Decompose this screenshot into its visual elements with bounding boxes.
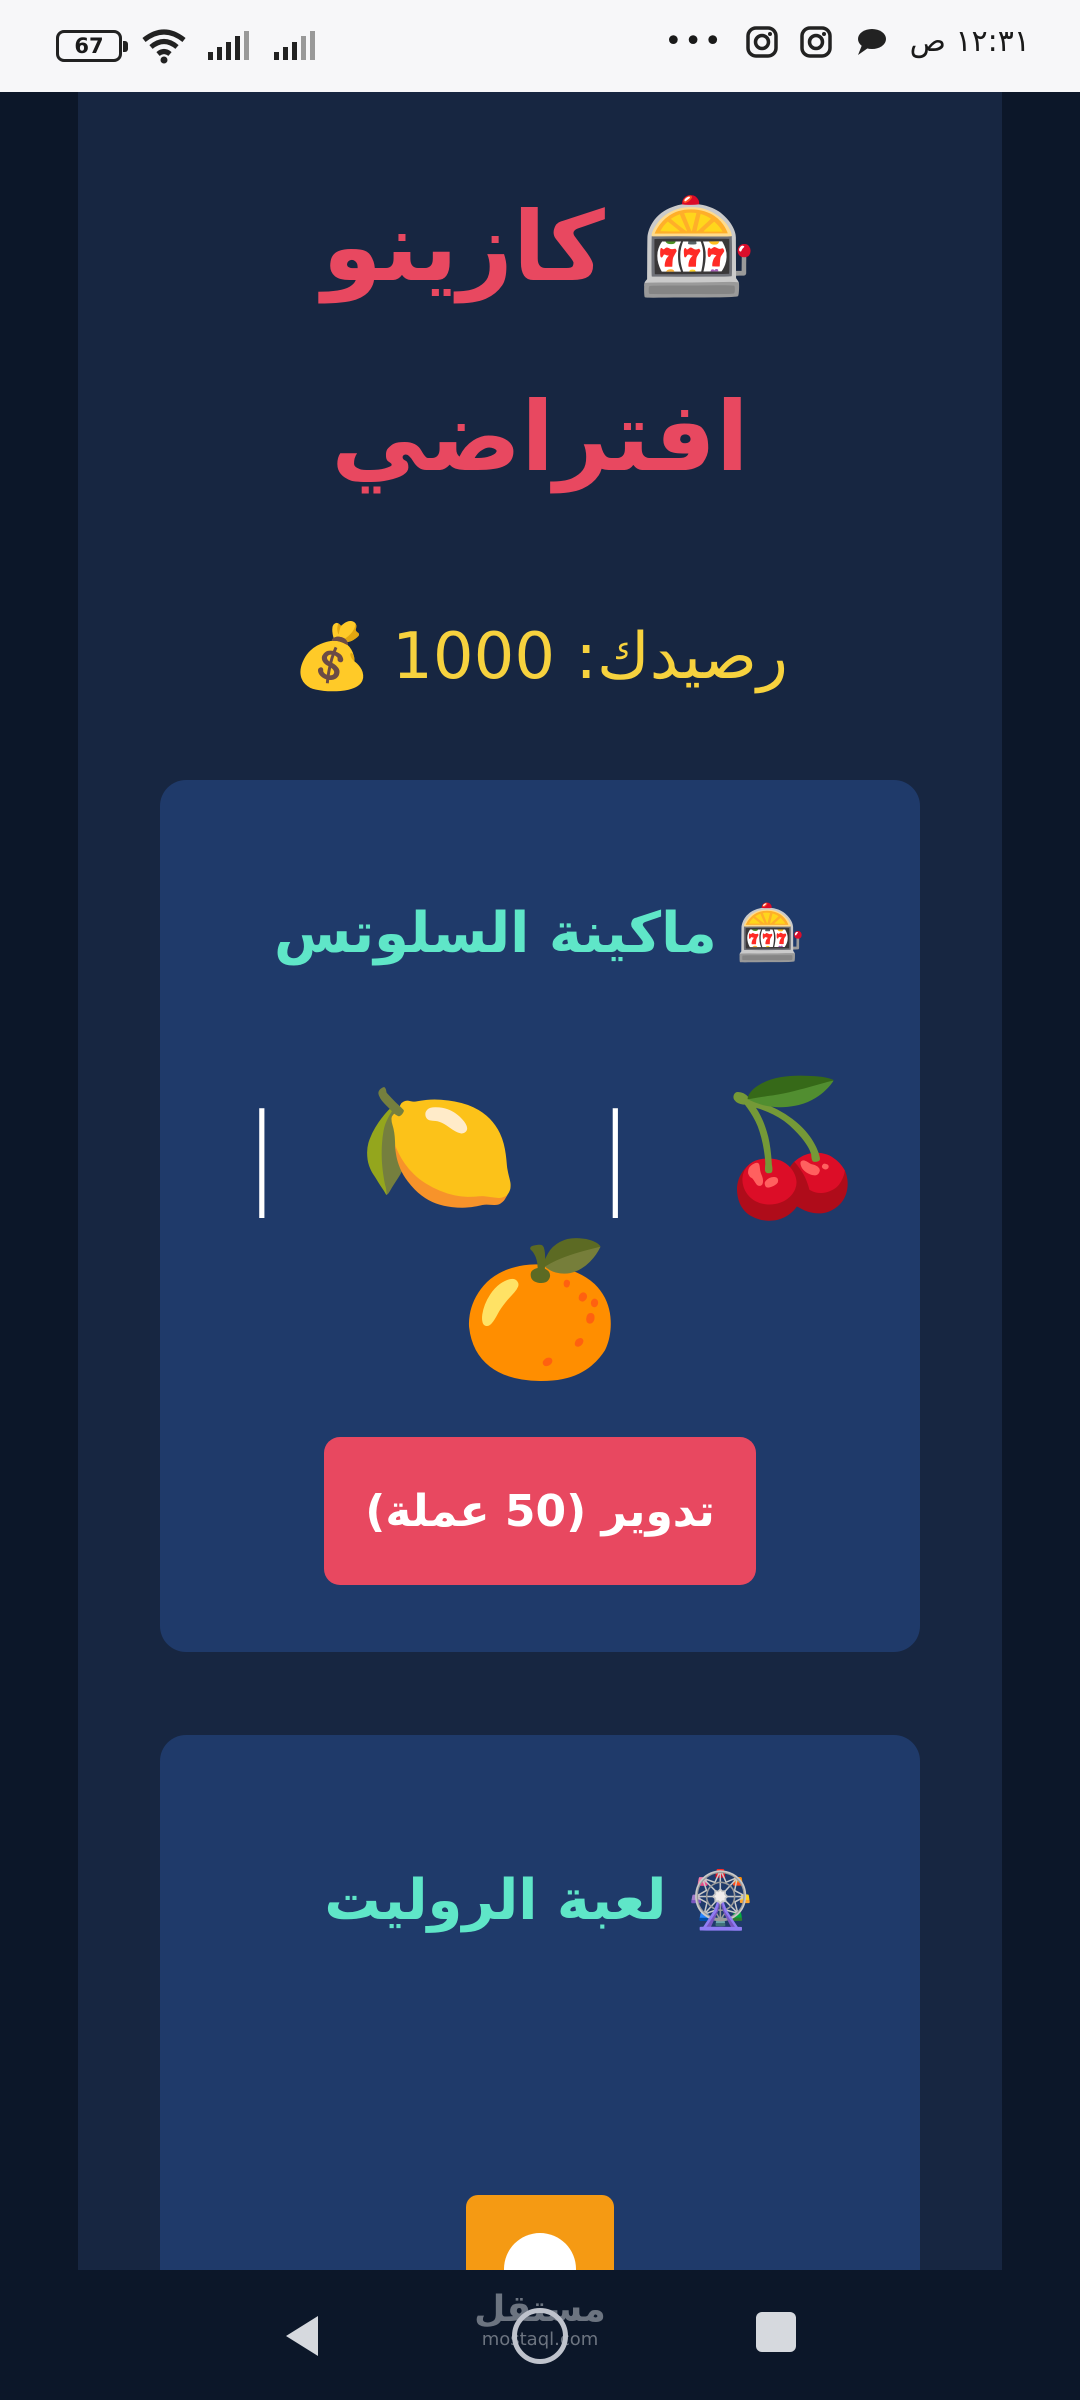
wifi-icon [142,29,186,64]
recent-apps-icon[interactable] [756,2312,796,2352]
signal-icon [274,31,315,60]
reel-separator: | [243,1090,281,1218]
spin-button[interactable]: تدوير (50 عملة) [324,1437,756,1585]
status-icons-left: 67 [56,28,320,64]
roulette-result-icon [466,2195,614,2270]
battery-icon: 67 [56,30,128,62]
reel-separator: | [596,1090,634,1218]
signal-icon [208,31,249,60]
roulette-card: 🎡 لعبة الروليت [160,1735,920,2270]
status-icons-right: ••• ١٢:٣١ ص [665,24,1030,59]
roulette-title: 🎡 لعبة الروليت [324,1868,756,1933]
title-line-1: 🎰 كازينو [322,191,758,303]
chat-bubble-icon [857,28,886,55]
back-icon[interactable] [282,2312,322,2360]
page-title: 🎰 كازينو افتراضي [78,152,1002,532]
instagram-icon [799,25,832,58]
clock: ١٢:٣١ ص [909,24,1030,59]
overflow-dots-icon: ••• [664,24,724,59]
white-circle-icon [504,2233,576,2270]
battery-level: 67 [74,34,104,58]
reel-tangerine: 🍊 [459,1233,621,1385]
balance-display: رصيدك: 1000 💰 [292,620,788,694]
casino-page[interactable]: 🎰 كازينو افتراضي رصيدك: 1000 💰 🎰 ماكينة … [78,92,1002,2270]
slot-reels: 🍒 | 🍋 | 🍊 [160,1070,920,1387]
title-line-2: افتراضي [331,381,749,493]
home-icon[interactable] [512,2308,568,2364]
right-margin [1002,92,1080,2270]
navigation-bar: مستقل mostaql.com [0,2270,1080,2400]
slot-machine-title: 🎰 ماكينة السلوتس [273,901,807,966]
left-margin [0,92,78,2270]
reel-lemon: 🍋 [357,1071,520,1223]
reels-row-2: 🍊 [160,1232,920,1387]
reel-cherry: 🍒 [711,1071,873,1223]
reels-row-1: 🍒 | 🍋 | [160,1070,920,1232]
instagram-icon [745,25,778,58]
slot-machine-card: 🎰 ماكينة السلوتس 🍒 | 🍋 | 🍊 تدوير (50 عمل… [160,780,920,1652]
status-bar: 67 ••• ١٢:٣١ ص [0,0,1080,92]
